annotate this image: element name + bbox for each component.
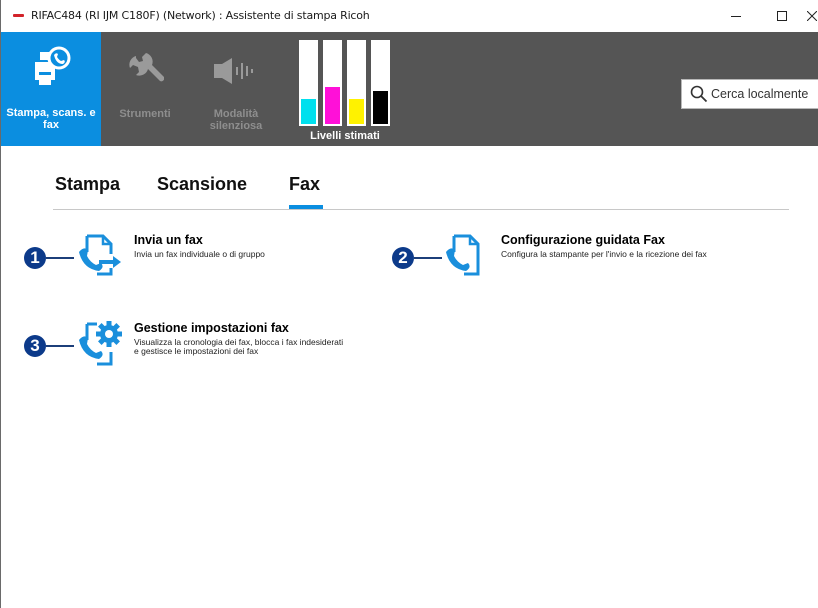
tab-stampa[interactable]: Stampa [55, 174, 120, 195]
ricoh-logo-icon [13, 14, 24, 17]
connector-line [46, 257, 74, 259]
close-button[interactable] [805, 0, 818, 32]
ribbon-item-quiet-mode[interactable]: Modalità silenziosa [191, 32, 281, 146]
ink-tank-magenta [323, 40, 342, 126]
connector-line [46, 345, 74, 347]
ink-fill-cyan [301, 99, 316, 124]
ink-tank-black [371, 40, 390, 126]
fax-setup-icon [440, 232, 490, 287]
ribbon-item-print-scan-fax[interactable]: Stampa, scans. e fax [1, 32, 101, 146]
step-badge: 1 [24, 247, 46, 269]
action-description: Configura la stampante per l'invio e la … [501, 249, 707, 259]
tab-scansione[interactable]: Scansione [157, 174, 247, 195]
action-description: Invia un fax individuale o di gruppo [134, 249, 265, 259]
ink-fill-magenta [325, 87, 340, 124]
print-scan-fax-icon [31, 46, 71, 95]
search-box[interactable] [681, 79, 818, 109]
app-window: RIFAC484 (RI IJM C180F) (Network) : Assi… [0, 0, 818, 608]
search-input[interactable] [711, 87, 818, 101]
tab-bar: Stampa Scansione Fax [53, 174, 789, 210]
connector-line [414, 257, 442, 259]
action-fax-settings[interactable]: 3 Gestione impostazioni fax Visualizza l… [1, 316, 421, 376]
ink-fill-black [373, 91, 388, 124]
action-title: Invia un fax [134, 233, 203, 247]
step-badge: 2 [392, 247, 414, 269]
action-title: Configurazione guidata Fax [501, 233, 665, 247]
fax-settings-gear-icon [73, 318, 133, 377]
ink-tank-yellow [347, 40, 366, 126]
send-fax-icon [73, 232, 133, 287]
maximize-button[interactable] [759, 0, 805, 32]
ribbon-item-tools[interactable]: Strumenti [105, 32, 185, 146]
ribbon-item-label: Stampa, scans. e fax [6, 107, 96, 131]
window-title: RIFAC484 (RI IJM C180F) (Network) : Assi… [31, 9, 370, 22]
tab-fax[interactable]: Fax [289, 174, 320, 195]
wrench-icon [126, 52, 165, 95]
ink-levels[interactable]: Livelli stimati [297, 36, 393, 146]
action-description-line-2: e gestisce le impostazioni dei fax [134, 346, 259, 356]
speaker-quiet-icon [214, 56, 258, 91]
action-send-fax[interactable]: 1 Invia un fax Invia un fax individuale … [1, 228, 361, 288]
ink-levels-label: Livelli stimati [310, 130, 380, 142]
search-icon[interactable] [690, 85, 708, 103]
ribbon-item-label: Strumenti [119, 108, 171, 120]
minimize-button[interactable] [713, 0, 759, 32]
action-title: Gestione impostazioni fax [134, 321, 289, 335]
ink-fill-yellow [349, 99, 364, 124]
tab-selected-indicator [289, 205, 323, 209]
ink-tank-cyan [299, 40, 318, 126]
step-badge: 3 [24, 335, 46, 357]
ribbon-item-label: Modalità silenziosa [209, 108, 263, 132]
title-bar: RIFAC484 (RI IJM C180F) (Network) : Assi… [1, 0, 818, 32]
action-fax-setup[interactable]: 2 Configurazione guidata Fax Configura l… [386, 228, 786, 288]
ribbon-toolbar: Stampa, scans. e fax Strumenti Modalità … [1, 32, 818, 146]
